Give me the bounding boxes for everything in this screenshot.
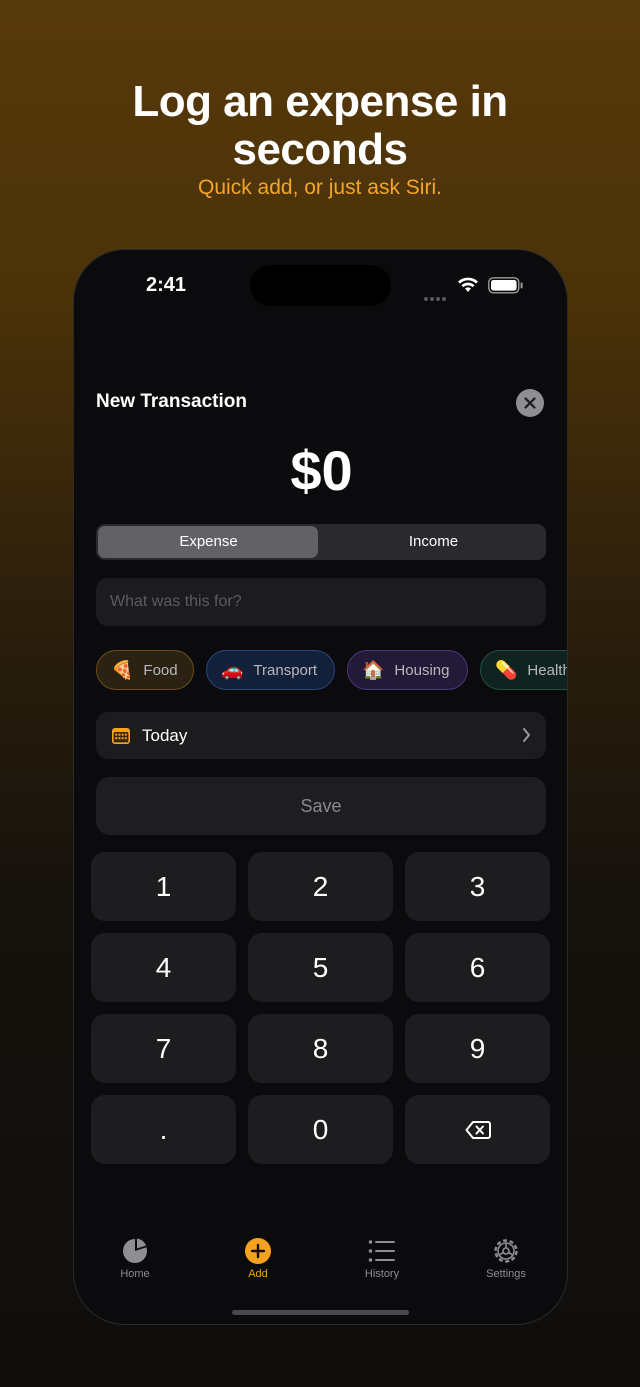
category-chip-food[interactable]: 🍕 Food bbox=[96, 650, 194, 690]
tab-label: Settings bbox=[486, 1268, 526, 1280]
status-time: 2:41 bbox=[146, 274, 187, 296]
backspace-icon bbox=[465, 1120, 491, 1139]
tab-home[interactable]: Home bbox=[85, 1235, 185, 1280]
pizza-icon: 🍕 bbox=[111, 659, 134, 680]
note-input[interactable] bbox=[96, 578, 546, 626]
date-picker-row[interactable]: Today bbox=[96, 712, 546, 759]
keypad-key-decimal[interactable]: . bbox=[91, 1095, 236, 1164]
calendar-icon bbox=[112, 728, 130, 744]
tab-bar: Home Add History Settings bbox=[74, 1235, 567, 1295]
category-chip-health[interactable]: 💊 Health bbox=[480, 650, 568, 690]
keypad-key-0[interactable]: 0 bbox=[248, 1095, 393, 1164]
car-icon: 🚗 bbox=[221, 659, 244, 680]
category-chip-label: Health bbox=[527, 661, 568, 679]
promo-headline-line2: seconds bbox=[232, 125, 408, 174]
battery-icon bbox=[488, 277, 523, 294]
category-chips: 🍕 Food 🚗 Transport 🏠 Housing 💊 Health bbox=[96, 650, 568, 692]
amount-display: $0 bbox=[290, 439, 353, 502]
category-chip-housing[interactable]: 🏠 Housing bbox=[347, 650, 468, 690]
pill-icon: 💊 bbox=[495, 659, 518, 680]
tab-label: Add bbox=[248, 1268, 268, 1280]
promo-headline: Log an expense in seconds bbox=[0, 78, 640, 174]
gear-icon bbox=[494, 1239, 518, 1263]
keypad-key-1[interactable]: 1 bbox=[91, 852, 236, 921]
home-indicator bbox=[232, 1310, 409, 1315]
promo-subline: Quick add, or just ask Siri. bbox=[198, 176, 442, 199]
segment-expense[interactable]: Expense bbox=[96, 533, 321, 550]
category-chip-label: Housing bbox=[394, 661, 450, 679]
tab-settings[interactable]: Settings bbox=[456, 1235, 556, 1280]
wifi-icon bbox=[458, 277, 478, 292]
segment-income[interactable]: Income bbox=[321, 533, 546, 550]
tab-history[interactable]: History bbox=[332, 1235, 432, 1280]
list-icon bbox=[368, 1240, 395, 1262]
plus-circle-icon bbox=[245, 1238, 271, 1264]
keypad-key-4[interactable]: 4 bbox=[91, 933, 236, 1002]
status-icons bbox=[424, 276, 534, 301]
keypad-key-3[interactable]: 3 bbox=[405, 852, 550, 921]
category-chip-label: Food bbox=[143, 661, 178, 679]
category-chip-transport[interactable]: 🚗 Transport bbox=[206, 650, 335, 690]
keypad-key-8[interactable]: 8 bbox=[248, 1014, 393, 1083]
category-chip-label: Transport bbox=[253, 661, 318, 679]
close-icon bbox=[524, 397, 536, 409]
save-button[interactable]: Save bbox=[96, 777, 546, 835]
close-button[interactable] bbox=[516, 389, 544, 417]
keypad-key-7[interactable]: 7 bbox=[91, 1014, 236, 1083]
dynamic-island bbox=[250, 265, 391, 306]
keypad-key-2[interactable]: 2 bbox=[248, 852, 393, 921]
keypad-key-backspace[interactable] bbox=[405, 1095, 550, 1164]
tab-label: Home bbox=[120, 1268, 150, 1280]
pie-chart-icon bbox=[123, 1238, 147, 1263]
type-segmented-control: Expense Income bbox=[96, 524, 546, 560]
phone-frame: 2:41 New Transaction $0 Expense Income 🍕… bbox=[73, 249, 568, 1325]
keypad-key-5[interactable]: 5 bbox=[248, 933, 393, 1002]
keypad-key-9[interactable]: 9 bbox=[405, 1014, 550, 1083]
tab-label: History bbox=[364, 1268, 400, 1280]
sheet-title: New Transaction bbox=[96, 391, 247, 412]
house-icon: 🏠 bbox=[362, 659, 385, 680]
keypad-key-6[interactable]: 6 bbox=[405, 933, 550, 1002]
date-label: Today bbox=[142, 726, 188, 745]
tab-add[interactable]: Add bbox=[208, 1235, 308, 1280]
chevron-right-icon bbox=[523, 728, 530, 742]
signal-dots-icon bbox=[424, 288, 448, 306]
promo-headline-line1: Log an expense in bbox=[132, 77, 508, 126]
